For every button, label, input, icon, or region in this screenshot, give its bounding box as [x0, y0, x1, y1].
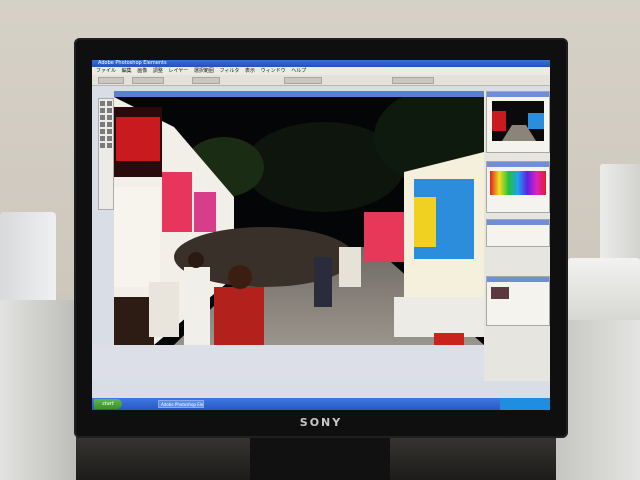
tool-icon[interactable]: [107, 101, 112, 106]
tool-icon[interactable]: [107, 122, 112, 127]
taskbar: start Adobe Photoshop Ele...: [92, 398, 550, 410]
tool-icon[interactable]: [107, 115, 112, 120]
tool-icon[interactable]: [107, 108, 112, 113]
monitor-stand: [250, 438, 390, 480]
night-festival-photo: [114, 97, 484, 345]
tool-icon[interactable]: [100, 136, 105, 141]
left-tower: [0, 300, 76, 480]
option-control[interactable]: [132, 77, 164, 84]
palette-well: [484, 91, 550, 381]
menu-bar: ファイル 編集 画像 調整 レイヤー 選択範囲 フィルタ 表示 ウィンドウ ヘル…: [92, 67, 550, 75]
right-tower: [556, 320, 640, 480]
menu-item[interactable]: ファイル: [96, 67, 116, 75]
tool-icon[interactable]: [100, 143, 105, 148]
status-area: [92, 345, 484, 381]
start-button[interactable]: start: [94, 399, 122, 409]
option-control[interactable]: [192, 77, 220, 84]
layer-thumbnail[interactable]: [491, 287, 509, 299]
window-title-bar[interactable]: Adobe Photoshop Elements: [92, 60, 550, 67]
navigator-panel: [486, 91, 550, 153]
monitor-brand-logo: SONY: [299, 416, 343, 429]
option-control[interactable]: [98, 77, 124, 84]
option-control[interactable]: [392, 77, 434, 84]
tool-icon[interactable]: [100, 101, 105, 106]
tool-icon[interactable]: [107, 143, 112, 148]
swatches-panel: [486, 161, 550, 213]
menu-item[interactable]: ヘルプ: [291, 67, 306, 75]
menu-item[interactable]: 画像: [137, 67, 147, 75]
tool-icon[interactable]: [100, 129, 105, 134]
menu-item[interactable]: 編集: [122, 67, 132, 75]
menu-item[interactable]: レイヤー: [168, 67, 188, 75]
tool-icon[interactable]: [107, 129, 112, 134]
layers-panel-header[interactable]: [487, 277, 549, 282]
options-bar: [92, 75, 550, 86]
tool-icon[interactable]: [107, 136, 112, 141]
menu-item[interactable]: 表示: [245, 67, 255, 75]
effects-panel: [486, 219, 550, 247]
menu-item[interactable]: 選択範囲: [194, 67, 214, 75]
layers-panel: [486, 276, 550, 326]
option-control[interactable]: [284, 77, 322, 84]
tool-icon[interactable]: [100, 115, 105, 120]
monitor-screen: Adobe Photoshop Elements ファイル 編集 画像 調整 レ…: [92, 60, 550, 410]
toolbox: [98, 98, 114, 210]
navigator-thumbnail: [492, 101, 544, 141]
effects-panel-header[interactable]: [487, 220, 549, 225]
tool-icon[interactable]: [100, 122, 105, 127]
swatches-panel-header[interactable]: [487, 162, 549, 167]
tool-icon[interactable]: [100, 108, 105, 113]
taskbar-app-button[interactable]: Adobe Photoshop Ele...: [158, 400, 204, 408]
navigator-panel-header[interactable]: [487, 92, 549, 97]
menu-item[interactable]: 調整: [153, 67, 163, 75]
color-swatches[interactable]: [490, 171, 546, 195]
menu-item[interactable]: フィルタ: [220, 67, 240, 75]
system-tray: [500, 398, 550, 410]
menu-item[interactable]: ウィンドウ: [261, 67, 286, 75]
